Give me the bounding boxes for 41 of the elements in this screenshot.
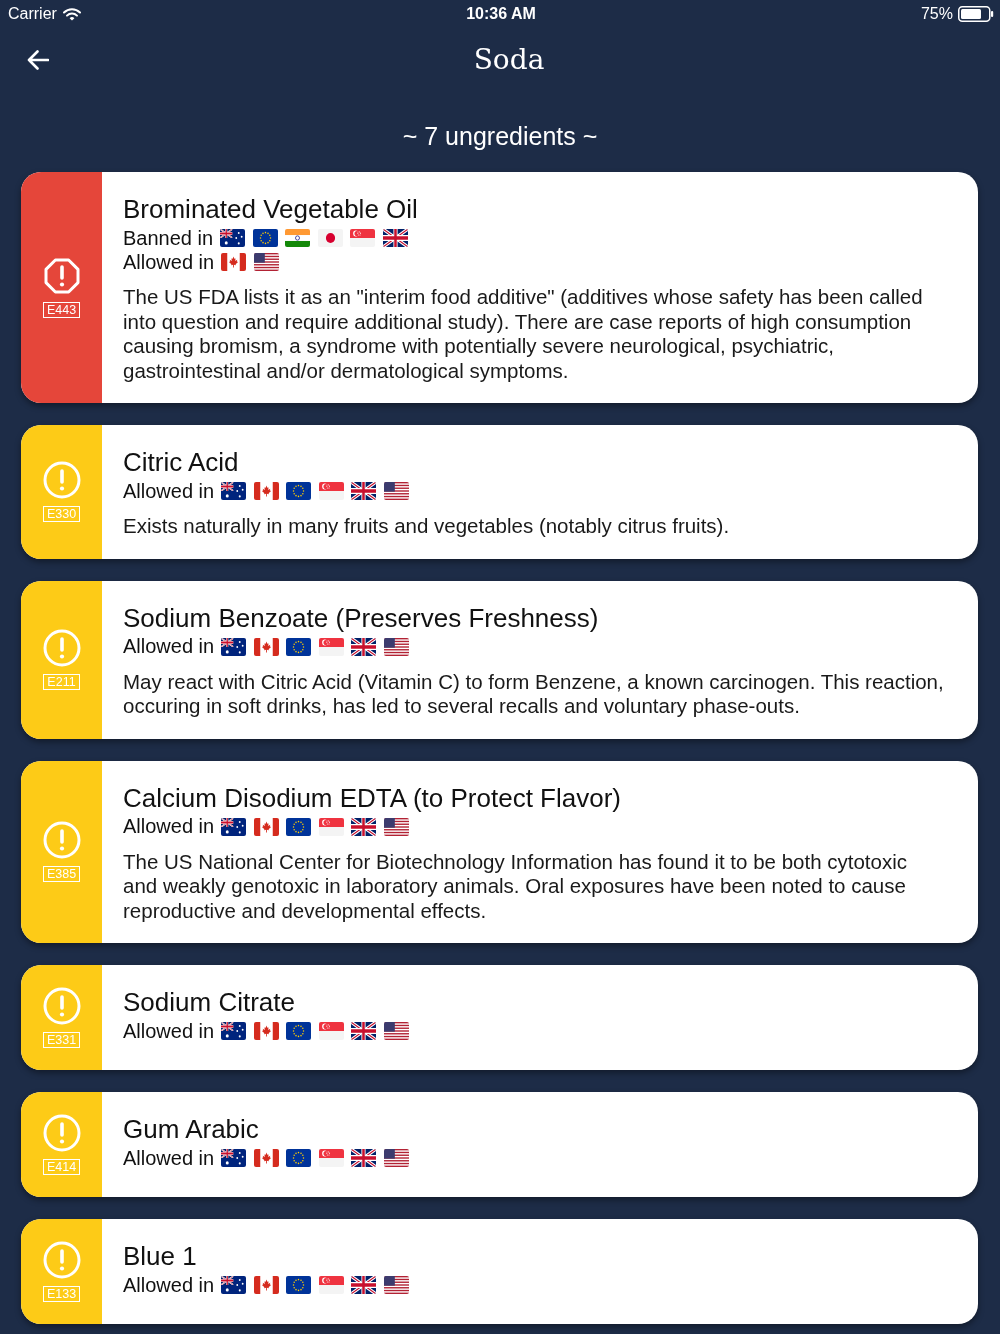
- region-label: Banned in: [123, 226, 214, 250]
- battery-icon: [958, 6, 994, 22]
- ingredient-card[interactable]: E331 Sodium Citrate Allowed in: [21, 965, 978, 1070]
- ingredient-name: Calcium Disodium EDTA (to Protect Flavor): [123, 781, 622, 815]
- region-label: Allowed in: [123, 1273, 215, 1297]
- ingredient-card[interactable]: [21, 760, 978, 943]
- additive-code-tag: E414: [42, 1159, 81, 1175]
- additive-code-tag: E443: [42, 302, 81, 318]
- status-time: 10:36 AM: [466, 5, 536, 23]
- additive-code-tag: E331: [42, 1032, 81, 1048]
- region-label: Allowed in: [123, 479, 215, 503]
- additive-code-tag: E385: [42, 866, 81, 883]
- carrier-label: Carrier: [8, 5, 57, 23]
- ingredient-name: Brominated Vegetable Oil: [123, 193, 419, 226]
- ingredient-description: The US National Center for Biotechnology Information has found it to be both cytotoxic and weakly genotoxic in laboratory animals. Oral exposures have been noted to cause reproductive and developmental effects.: [123, 849, 908, 923]
- region-label: Allowed in: [123, 250, 215, 274]
- additive-code-tag: E211: [43, 674, 80, 690]
- region-label: Allowed in: [123, 1019, 215, 1043]
- ingredient-card[interactable]: [21, 580, 978, 739]
- ingredient-name: Blue 1: [123, 1240, 198, 1273]
- back-arrow-icon: [27, 50, 49, 70]
- ingredient-description: The US FDA lists it as an "interim food additive" (additives whose safety has been called into question and require additional study). There are case reports of high consumption causing bromism, a syndrome with potentially severe neurological, psychiatric, gastrointestinal and/or dermatological symptoms.: [123, 285, 924, 383]
- ingredient-description: Exists naturally in many fruits and vegetables (notably citrus fruits).: [123, 514, 731, 539]
- ingredient-name: Gum Arabic: [123, 1113, 260, 1146]
- ingredient-count: ~ 7 ungredients ~: [401, 121, 599, 151]
- region-label: Allowed in: [123, 1146, 215, 1170]
- additive-code-tag: E133: [42, 1286, 81, 1302]
- ingredient-description: May react with Citric Acid (Vitamin C) to form Benzene, a known carcinogen. This reaction, occuring in soft drinks, has led to several recalls and voluntary phase-outs.: [123, 669, 945, 719]
- additive-code-tag: E330: [42, 506, 81, 523]
- ingredient-name: Citric Acid: [123, 446, 240, 479]
- ingredient-card[interactable]: E414 Gum Arabic Allowed in: [21, 1092, 978, 1197]
- ingredient-name: Sodium Benzoate (Preserves Freshness): [123, 601, 600, 635]
- page-title: Soda: [472, 42, 546, 78]
- wifi-icon: [62, 7, 81, 21]
- ingredient-card[interactable]: E330 Citric Acid Allowed in Exists naturally in many fruits and vegetables (notably citrus fruits).: [21, 425, 978, 559]
- region-label: Allowed in: [123, 815, 215, 838]
- battery-percentage: 75%: [920, 5, 953, 23]
- ingredient-card[interactable]: [21, 172, 978, 403]
- region-label: Allowed in: [123, 635, 215, 658]
- ingredient-card[interactable]: E133 Blue 1 Allowed in: [21, 1219, 978, 1324]
- ingredient-name: Sodium Citrate: [123, 986, 296, 1019]
